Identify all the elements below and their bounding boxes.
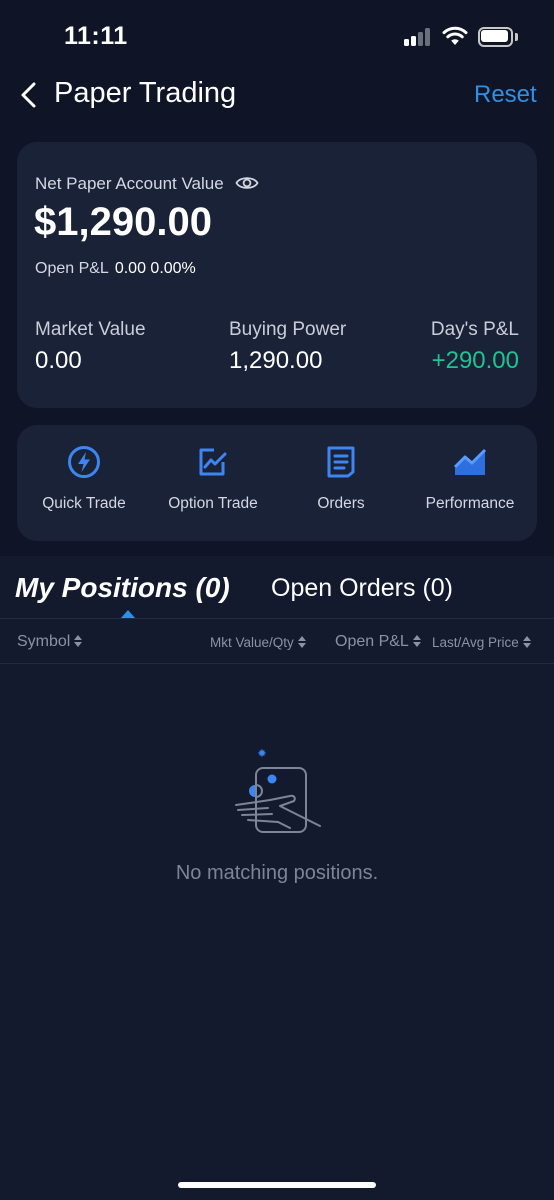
account-value: $1,290.00 [34, 200, 212, 244]
days-pl-label: Day's P&L [430, 319, 519, 340]
eye-icon[interactable] [235, 174, 259, 192]
quick-actions-bar: Quick Trade Option Trade Orders Performa… [17, 425, 537, 541]
column-mkt-value-qty[interactable]: Mkt Value/Qty [210, 635, 306, 650]
open-pl-label: Open P&L [35, 260, 109, 277]
column-last-avg-price-label: Last/Avg Price [432, 635, 519, 650]
home-indicator[interactable] [178, 1182, 376, 1188]
wifi-icon [442, 26, 468, 45]
account-value-label: Net Paper Account Value [35, 174, 224, 193]
battery-icon [478, 27, 518, 47]
tab-open-orders[interactable]: Open Orders (0) [271, 574, 453, 603]
option-chart-icon [199, 448, 227, 476]
sort-icon [297, 636, 306, 649]
open-pl-value: 0.00 0.00% [114, 260, 196, 277]
quick-trade-label: Quick Trade [42, 495, 126, 512]
tab-my-positions[interactable]: My Positions (0) [15, 572, 230, 604]
column-last-avg-price[interactable]: Last/Avg Price [432, 635, 531, 650]
orders-document-icon [327, 446, 355, 478]
column-symbol-label: Symbol [17, 633, 71, 650]
status-bar: 11:11 [0, 0, 554, 72]
performance-chart-icon [453, 448, 487, 475]
open-pl-summary: Open P&L 0.00 0.00% [35, 260, 196, 278]
sort-icon [74, 634, 83, 647]
buying-power-value: 1,290.00 [229, 347, 323, 374]
sort-icon [522, 636, 531, 649]
market-value: 0.00 [35, 347, 82, 374]
empty-positions-illustration [235, 749, 321, 833]
lightning-icon [68, 446, 100, 478]
back-chevron-icon[interactable] [16, 80, 44, 110]
orders-button[interactable]: Orders [276, 425, 406, 541]
active-tab-indicator [121, 610, 135, 618]
page-title: Paper Trading [54, 77, 237, 109]
performance-label: Performance [425, 495, 515, 512]
account-summary-card: Net Paper Account Value $1,290.00 Open P… [17, 142, 537, 408]
days-pl-value: +290.00 [431, 347, 519, 374]
reset-button[interactable]: Reset [474, 81, 537, 109]
performance-button[interactable]: Performance [405, 425, 535, 541]
option-trade-label: Option Trade [168, 495, 258, 512]
column-symbol[interactable]: Symbol [17, 633, 83, 651]
column-open-pl-label: Open P&L [335, 633, 409, 650]
column-open-pl[interactable]: Open P&L [335, 633, 421, 651]
orders-label: Orders [317, 495, 365, 512]
option-trade-button[interactable]: Option Trade [148, 425, 278, 541]
status-time: 11:11 [64, 22, 128, 50]
quick-trade-button[interactable]: Quick Trade [19, 425, 149, 541]
market-value-label: Market Value [35, 319, 146, 340]
sort-icon [412, 634, 421, 647]
signal-icon [404, 28, 434, 46]
empty-state-message: No matching positions. [175, 862, 379, 884]
positions-table-header: Symbol Mkt Value/Qty Open P&L Last/Avg P… [0, 618, 554, 664]
buying-power-label: Buying Power [229, 319, 347, 340]
column-mkt-value-qty-label: Mkt Value/Qty [210, 635, 294, 650]
